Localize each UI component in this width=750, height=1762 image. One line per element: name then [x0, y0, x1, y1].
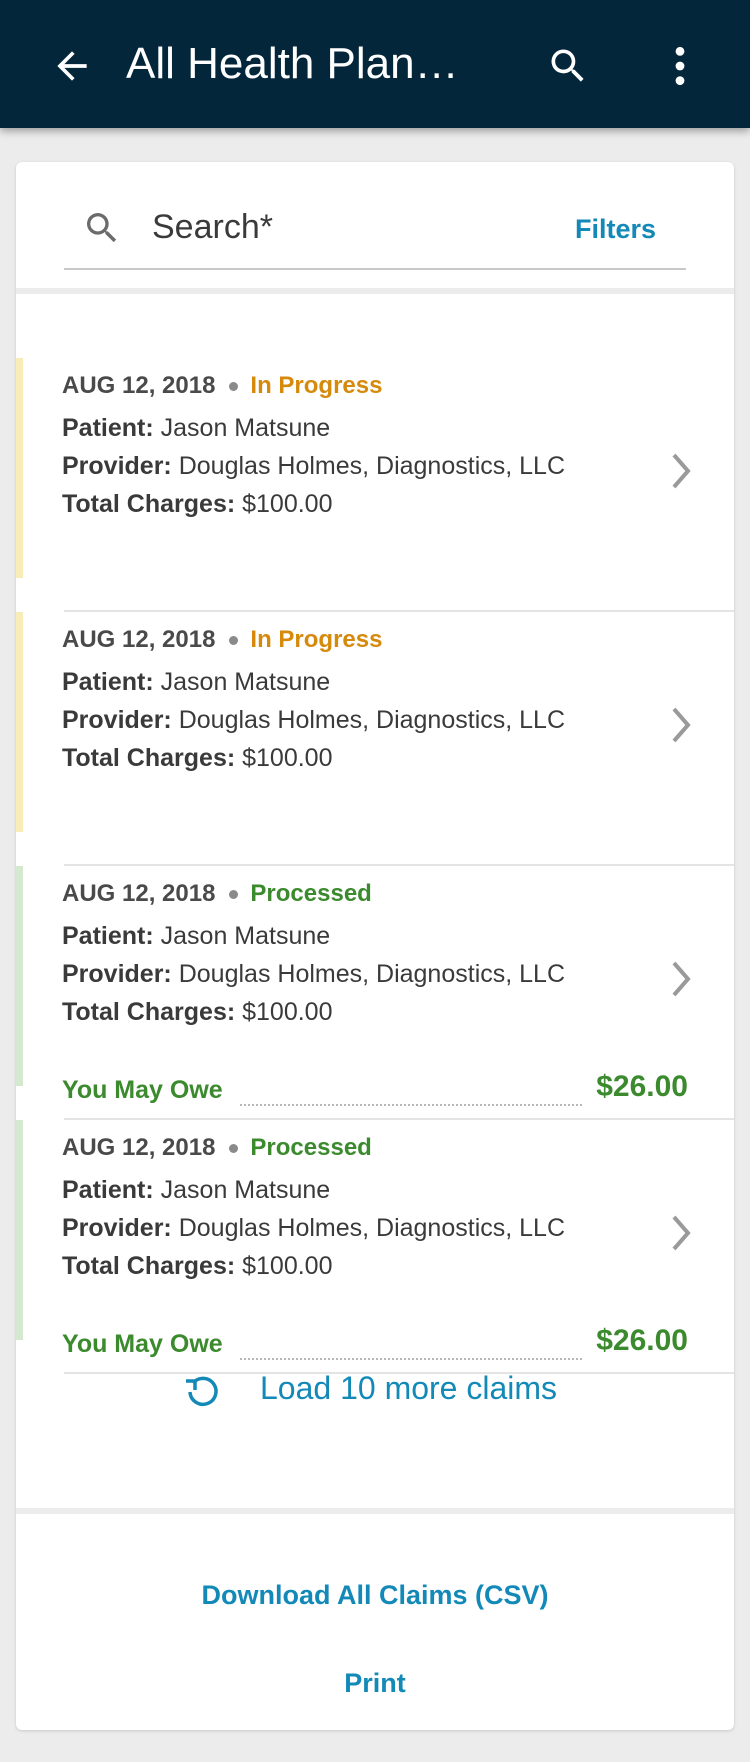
charges-row: Total Charges: $100.00 [62, 490, 333, 518]
patient-row: Patient: Jason Matsune [62, 1176, 331, 1204]
app-bar: All Health Plan… [0, 0, 750, 128]
chevron-right-icon[interactable] [670, 706, 694, 744]
charges-row: Total Charges: $100.00 [62, 998, 333, 1026]
status-badge: In Progress [250, 626, 383, 653]
status-bar [16, 612, 23, 832]
claims-card: Search* Filters AUG 12, 2018 In Progress … [16, 162, 734, 1730]
claim-item[interactable]: AUG 12, 2018 Processed Patient: Jason Mat… [16, 1120, 734, 1374]
bullet [229, 382, 239, 392]
bullet [229, 636, 239, 646]
search-bar: Search* Filters [64, 190, 686, 270]
divider [16, 1508, 734, 1514]
status-badge: Processed [250, 880, 372, 907]
charges-row: Total Charges: $100.00 [62, 744, 333, 772]
chevron-right-icon[interactable] [670, 452, 694, 490]
claim-date: AUG 12, 2018 [62, 880, 216, 907]
chevron-right-icon[interactable] [670, 960, 694, 998]
status-bar [16, 866, 23, 1086]
owe-amount: $26.00 [596, 1324, 688, 1357]
claim-date: AUG 12, 2018 [62, 1134, 216, 1161]
claim-item[interactable]: AUG 12, 2018 In Progress Patient: Jason M… [16, 612, 734, 866]
filters-button[interactable]: Filters [575, 214, 656, 245]
status-badge: In Progress [250, 372, 383, 399]
owe-amount: $26.00 [596, 1070, 688, 1103]
bullet [229, 1144, 239, 1154]
status-bar [16, 358, 23, 578]
divider [16, 288, 734, 294]
download-csv-button[interactable]: Download All Claims (CSV) [16, 1580, 734, 1611]
claim-date: AUG 12, 2018 [62, 626, 216, 653]
status-bar [16, 1120, 23, 1340]
claim-item[interactable]: AUG 12, 2018 Processed Patient: Jason Mat… [16, 866, 734, 1120]
chevron-right-icon[interactable] [670, 1214, 694, 1252]
load-more-button[interactable]: Load 10 more claims [16, 1356, 734, 1422]
page-title: All Health Plan… [126, 39, 459, 88]
load-more-label: Load 10 more claims [260, 1370, 558, 1406]
claim-date-status: AUG 12, 2018 In Progress [62, 626, 382, 654]
search-icon [87, 213, 117, 243]
status-badge: Processed [250, 1134, 372, 1161]
provider-row: Provider: Douglas Holmes, Diagnostics, L… [62, 1214, 565, 1242]
claim-item[interactable]: AUG 12, 2018 In Progress Patient: Jason M… [16, 358, 734, 612]
charges-row: Total Charges: $100.00 [62, 1252, 333, 1280]
provider-row: Provider: Douglas Holmes, Diagnostics, L… [62, 706, 565, 734]
search-icon[interactable] [546, 44, 590, 88]
print-button[interactable]: Print [16, 1668, 734, 1699]
provider-row: Provider: Douglas Holmes, Diagnostics, L… [62, 452, 565, 480]
claim-date-status: AUG 12, 2018 Processed [62, 1134, 372, 1162]
dotted-leader [240, 1104, 582, 1106]
you-may-owe-label: You May Owe [62, 1076, 223, 1104]
claim-date-status: AUG 12, 2018 Processed [62, 880, 372, 908]
refresh-icon [186, 1376, 218, 1407]
patient-row: Patient: Jason Matsune [62, 922, 331, 950]
claim-date: AUG 12, 2018 [62, 372, 216, 399]
bullet [229, 890, 239, 900]
claim-date-status: AUG 12, 2018 In Progress [62, 372, 382, 400]
you-may-owe-label: You May Owe [62, 1330, 223, 1358]
patient-row: Patient: Jason Matsune [62, 414, 331, 442]
search-input[interactable]: Search* [152, 208, 273, 247]
provider-row: Provider: Douglas Holmes, Diagnostics, L… [62, 960, 565, 988]
arrow-left-icon[interactable] [50, 44, 94, 88]
more-vert-icon[interactable] [664, 44, 696, 88]
patient-row: Patient: Jason Matsune [62, 668, 331, 696]
